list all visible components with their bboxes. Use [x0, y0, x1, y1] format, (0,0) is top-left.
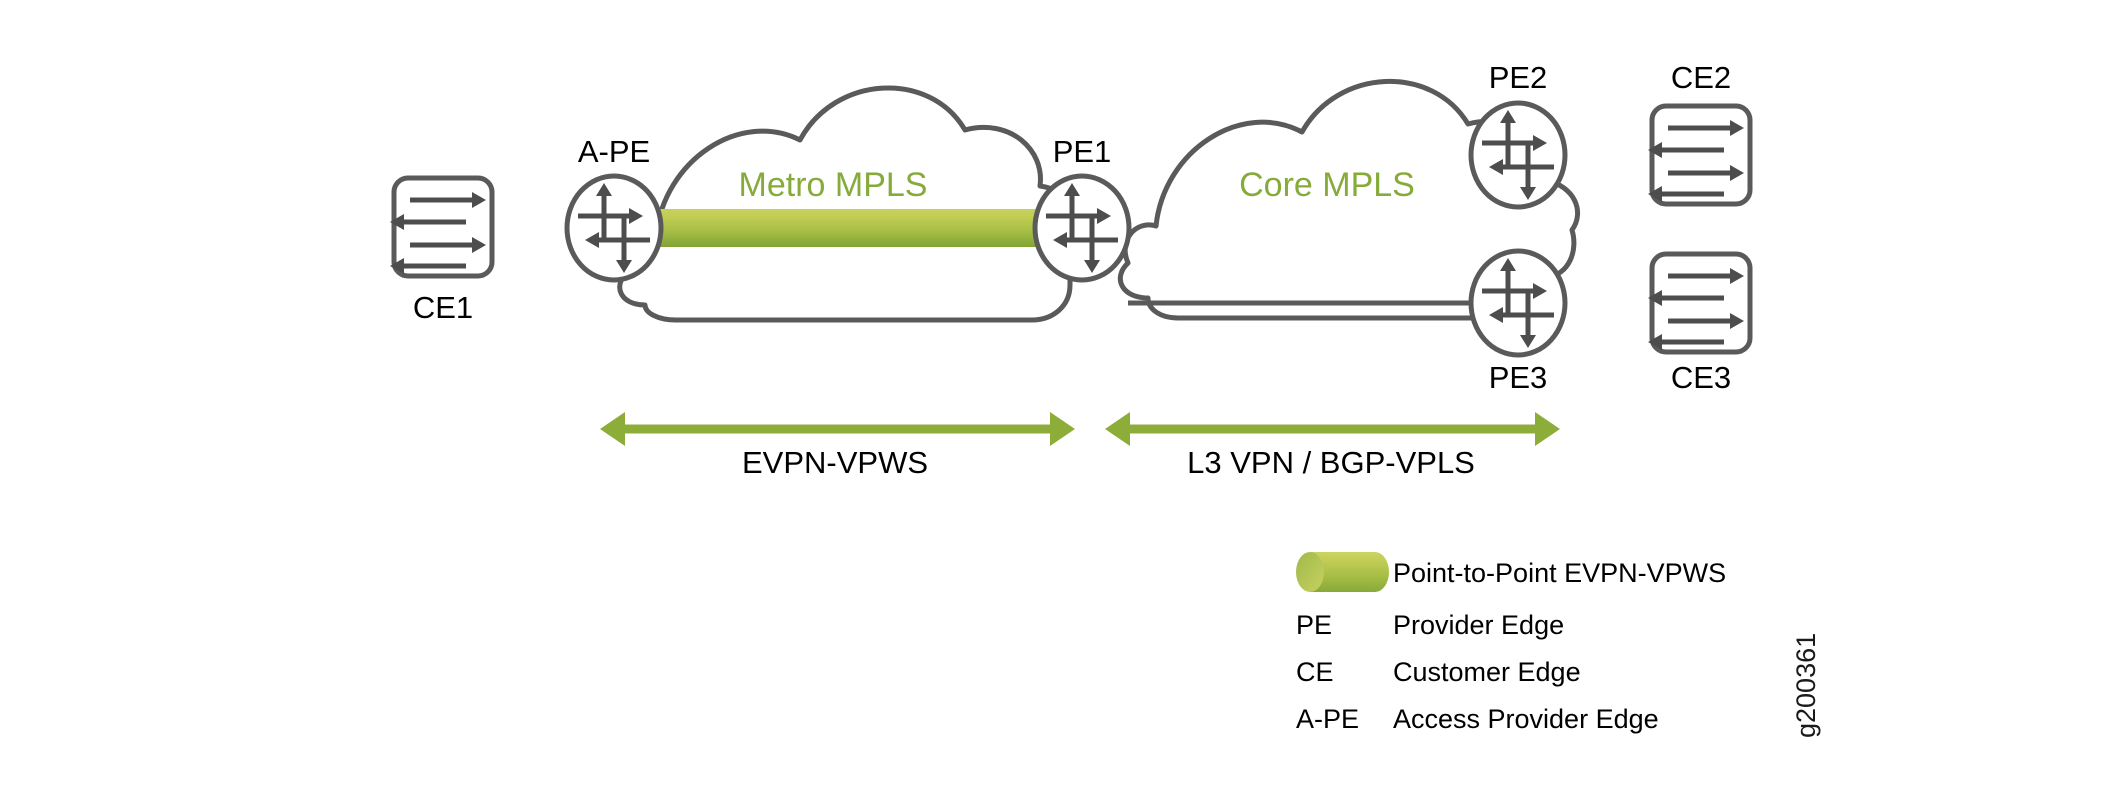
- l3vpn-span-arrow-right: [1535, 412, 1560, 446]
- pe1-label: PE1: [1053, 134, 1112, 169]
- ce1-label: CE1: [413, 290, 473, 325]
- network-diagram: Metro MPLS Core MPLS CE1 A-PE PE1 PE2 PE…: [0, 0, 2101, 792]
- ce3-switch-icon: [1649, 251, 1753, 355]
- node-ce3[interactable]: CE3: [1648, 251, 1753, 395]
- node-pe2[interactable]: PE2: [1468, 60, 1568, 210]
- legend-item-3: A-PE Access Provider Edge: [1296, 704, 1659, 734]
- legend: Point-to-Point EVPN-VPWS PE Provider Edg…: [1296, 552, 1726, 734]
- ce2-switch-icon: [1649, 103, 1753, 207]
- ce1-switch-icon: [391, 175, 495, 279]
- node-a-pe[interactable]: A-PE: [564, 134, 664, 283]
- l3vpn-span-arrow-left: [1105, 412, 1130, 446]
- legend-key-1: PE: [1296, 610, 1332, 640]
- evpn-vpws-span-arrow-right: [1050, 412, 1075, 446]
- legend-item-2: CE Customer Edge: [1296, 657, 1581, 687]
- legend-pipe-cap: [1296, 552, 1324, 592]
- evpn-vpws-span: EVPN-VPWS: [600, 412, 1075, 480]
- node-pe1[interactable]: PE1: [1032, 134, 1132, 283]
- evpn-vpws-pipe-body: [655, 209, 1055, 247]
- evpn-vpws-span-label: EVPN-VPWS: [742, 445, 928, 480]
- legend-pipe-swatch: [1296, 552, 1389, 592]
- metro-cloud-label: Metro MPLS: [739, 166, 928, 204]
- pe3-router-icon: [1468, 248, 1568, 358]
- node-ce2[interactable]: CE2: [1648, 60, 1753, 207]
- pe2-router-icon: [1468, 100, 1568, 210]
- legend-desc-1: Provider Edge: [1393, 610, 1564, 640]
- legend-item-1: PE Provider Edge: [1296, 610, 1564, 640]
- figure-id-label: g200361: [1791, 633, 1821, 738]
- core-cloud-label: Core MPLS: [1239, 166, 1415, 204]
- legend-key-3: A-PE: [1296, 704, 1359, 734]
- pe2-label: PE2: [1489, 60, 1548, 95]
- legend-desc-0: Point-to-Point EVPN-VPWS: [1393, 558, 1726, 588]
- evpn-vpws-span-arrow-left: [600, 412, 625, 446]
- a-pe-router-icon: [564, 173, 664, 283]
- ce2-label: CE2: [1671, 60, 1731, 95]
- legend-desc-2: Customer Edge: [1393, 657, 1581, 687]
- evpn-vpws-pipe: [655, 209, 1055, 247]
- metro-mpls-cloud: Metro MPLS: [617, 85, 1077, 323]
- legend-desc-3: Access Provider Edge: [1393, 704, 1659, 734]
- pe3-label: PE3: [1489, 360, 1548, 395]
- node-ce1[interactable]: CE1: [390, 175, 495, 325]
- node-pe3[interactable]: PE3: [1468, 248, 1568, 395]
- l3vpn-bgpvpls-span: L3 VPN / BGP-VPLS: [1105, 412, 1560, 480]
- pe1-router-icon: [1032, 173, 1132, 283]
- legend-key-2: CE: [1296, 657, 1334, 687]
- a-pe-label: A-PE: [578, 134, 650, 169]
- l3vpn-span-label: L3 VPN / BGP-VPLS: [1187, 445, 1475, 480]
- legend-item-0: Point-to-Point EVPN-VPWS: [1296, 552, 1726, 592]
- ce3-label: CE3: [1671, 360, 1731, 395]
